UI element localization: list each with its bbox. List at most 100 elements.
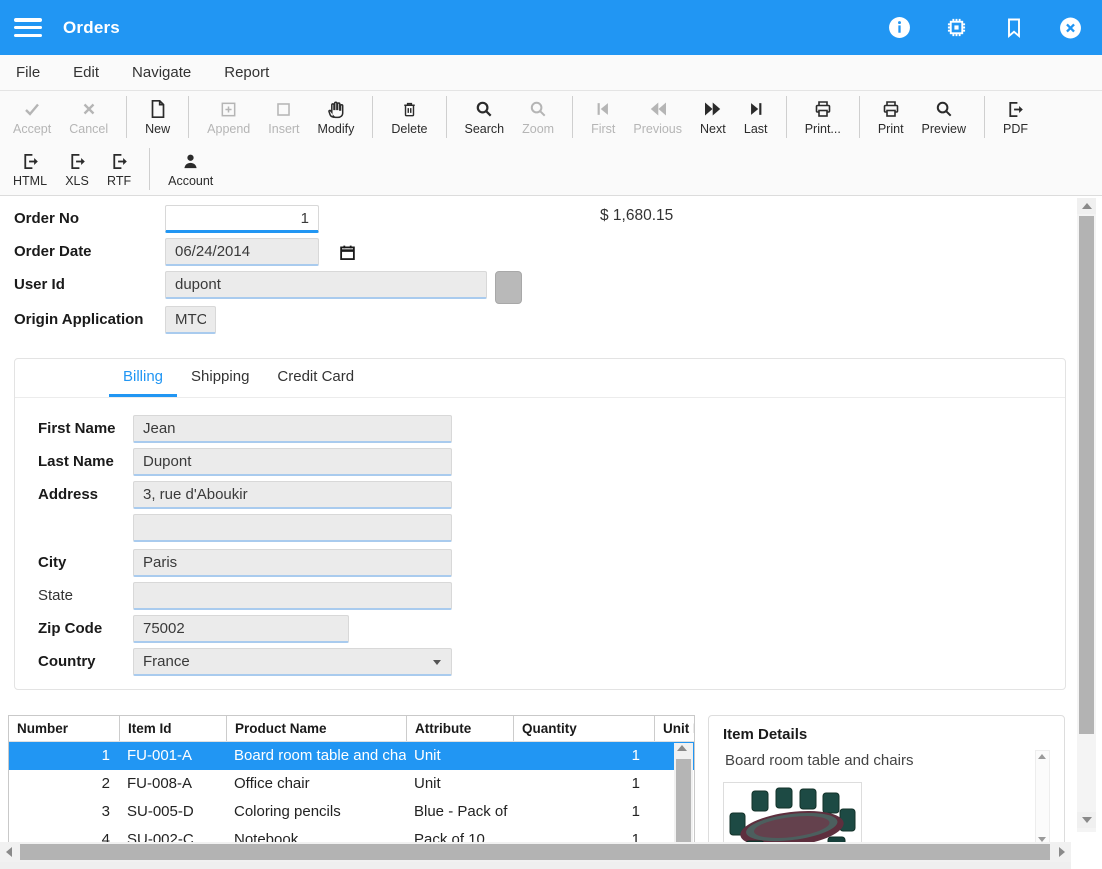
tab-shipping[interactable]: Shipping <box>177 359 263 397</box>
last-name-input[interactable] <box>133 448 452 476</box>
user-id-input[interactable] <box>165 271 487 299</box>
scroll-right-icon <box>1059 847 1065 857</box>
hand-icon <box>326 98 346 120</box>
table-row[interactable]: 1 FU-001-A Board room table and chairs U… <box>9 742 694 770</box>
scrollbar-thumb[interactable] <box>676 759 691 843</box>
menu-edit[interactable]: Edit <box>73 64 99 81</box>
item-details-scrollbar[interactable] <box>1035 750 1050 846</box>
print-dialog-button[interactable]: Print... <box>796 95 850 139</box>
menu-report[interactable]: Report <box>224 64 269 81</box>
col-number[interactable]: Number <box>9 716 119 741</box>
address-input[interactable] <box>133 481 452 509</box>
col-quantity[interactable]: Quantity <box>513 716 654 741</box>
col-attribute[interactable]: Attribute <box>406 716 513 741</box>
order-total: $ 1,680.15 <box>600 207 673 225</box>
toolbar-separator <box>188 96 189 138</box>
person-icon <box>181 150 200 172</box>
scroll-up-icon[interactable] <box>677 745 687 751</box>
account-button[interactable]: Account <box>159 147 222 191</box>
delete-button[interactable]: Delete <box>382 95 436 139</box>
new-button[interactable]: New <box>136 95 179 139</box>
page-horizontal-scrollbar[interactable] <box>0 842 1071 862</box>
col-product-name[interactable]: Product Name <box>226 716 406 741</box>
html-export-button[interactable]: HTML <box>4 147 56 191</box>
scrollbar-thumb[interactable] <box>1079 216 1094 734</box>
last-button[interactable]: Last <box>735 95 777 139</box>
plus-square-icon <box>219 98 238 120</box>
scroll-up-icon <box>1082 203 1092 209</box>
address-tab-panel: Billing Shipping Credit Card First Name … <box>14 358 1066 690</box>
bookmark-icon[interactable] <box>1002 16 1025 39</box>
last-name-label: Last Name <box>38 448 114 476</box>
address2-input[interactable] <box>133 514 452 542</box>
orders-window: Orders File Edit Navigate Report <box>0 0 1102 869</box>
country-label: Country <box>38 648 96 676</box>
tab-billing[interactable]: Billing <box>109 359 177 397</box>
calendar-icon[interactable] <box>339 244 356 266</box>
first-name-label: First Name <box>38 415 116 443</box>
chevron-down-icon <box>433 660 441 665</box>
pdf-export-button[interactable]: PDF <box>994 95 1037 139</box>
magnifier-icon <box>474 98 494 120</box>
table-vertical-scrollbar[interactable] <box>674 743 693 842</box>
origin-application-input[interactable] <box>165 306 216 334</box>
debug-chip-icon[interactable] <box>945 16 968 39</box>
accept-button[interactable]: Accept <box>4 95 60 139</box>
scroll-left-icon <box>6 847 12 857</box>
city-input[interactable] <box>133 549 452 577</box>
item-details-title: Item Details <box>709 716 1064 743</box>
scroll-down-button[interactable] <box>1077 812 1096 828</box>
preview-button[interactable]: Preview <box>913 95 975 139</box>
next-button[interactable]: Next <box>691 95 735 139</box>
check-icon <box>22 98 42 120</box>
tab-credit-card[interactable]: Credit Card <box>263 359 368 397</box>
skip-last-icon <box>747 98 765 120</box>
state-label: State <box>38 582 73 610</box>
export-icon <box>110 150 129 172</box>
bottom-gutter <box>0 862 1071 869</box>
scroll-left-button[interactable] <box>0 842 18 862</box>
form-content: Order No $ 1,680.15 Order Date User Id O… <box>0 196 1102 869</box>
country-select[interactable]: France <box>133 648 452 676</box>
insert-button[interactable]: Insert <box>259 95 308 139</box>
toolbar-separator <box>859 96 860 138</box>
scrollbar-thumb[interactable] <box>20 844 1050 860</box>
scroll-right-button[interactable] <box>1053 842 1071 862</box>
page-vertical-scrollbar[interactable] <box>1077 198 1096 832</box>
zoom-button[interactable]: Zoom <box>513 95 563 139</box>
order-date-input[interactable] <box>165 238 319 266</box>
first-name-input[interactable] <box>133 415 452 443</box>
country-value: France <box>143 653 190 670</box>
toolbar-separator <box>126 96 127 138</box>
hamburger-menu-icon[interactable] <box>14 18 42 37</box>
zip-code-input[interactable] <box>133 615 349 643</box>
table-row[interactable]: 4 SU-002-C Notebook Pack of 10 1 <box>9 826 694 843</box>
order-items-table: Number Item Id Product Name Attribute Qu… <box>8 715 695 843</box>
first-button[interactable]: First <box>582 95 624 139</box>
table-row[interactable]: 3 SU-005-D Coloring pencils Blue - Pack … <box>9 798 694 826</box>
order-date-label: Order Date <box>14 238 92 266</box>
table-row[interactable]: 2 FU-008-A Office chair Unit 1 <box>9 770 694 798</box>
state-input[interactable] <box>133 582 452 610</box>
menu-navigate[interactable]: Navigate <box>132 64 191 81</box>
append-button[interactable]: Append <box>198 95 259 139</box>
forward-icon <box>703 98 723 120</box>
info-icon[interactable] <box>888 16 911 39</box>
close-icon[interactable] <box>1059 16 1082 39</box>
col-item-id[interactable]: Item Id <box>119 716 226 741</box>
scroll-up-button[interactable] <box>1077 198 1096 214</box>
print-button[interactable]: Print <box>869 95 913 139</box>
col-unit-price[interactable]: Unit Price <box>654 716 694 741</box>
modify-button[interactable]: Modify <box>309 95 364 139</box>
cancel-button[interactable]: Cancel <box>60 95 117 139</box>
search-button[interactable]: Search <box>456 95 514 139</box>
xls-export-button[interactable]: XLS <box>56 147 98 191</box>
previous-button[interactable]: Previous <box>624 95 691 139</box>
user-lookup-button[interactable] <box>495 271 522 304</box>
order-no-input[interactable] <box>165 205 319 233</box>
toolbar-separator <box>446 96 447 138</box>
scroll-up-icon[interactable] <box>1038 754 1046 759</box>
rtf-export-button[interactable]: RTF <box>98 147 140 191</box>
origin-application-label: Origin Application <box>14 306 143 334</box>
menu-file[interactable]: File <box>16 64 40 81</box>
